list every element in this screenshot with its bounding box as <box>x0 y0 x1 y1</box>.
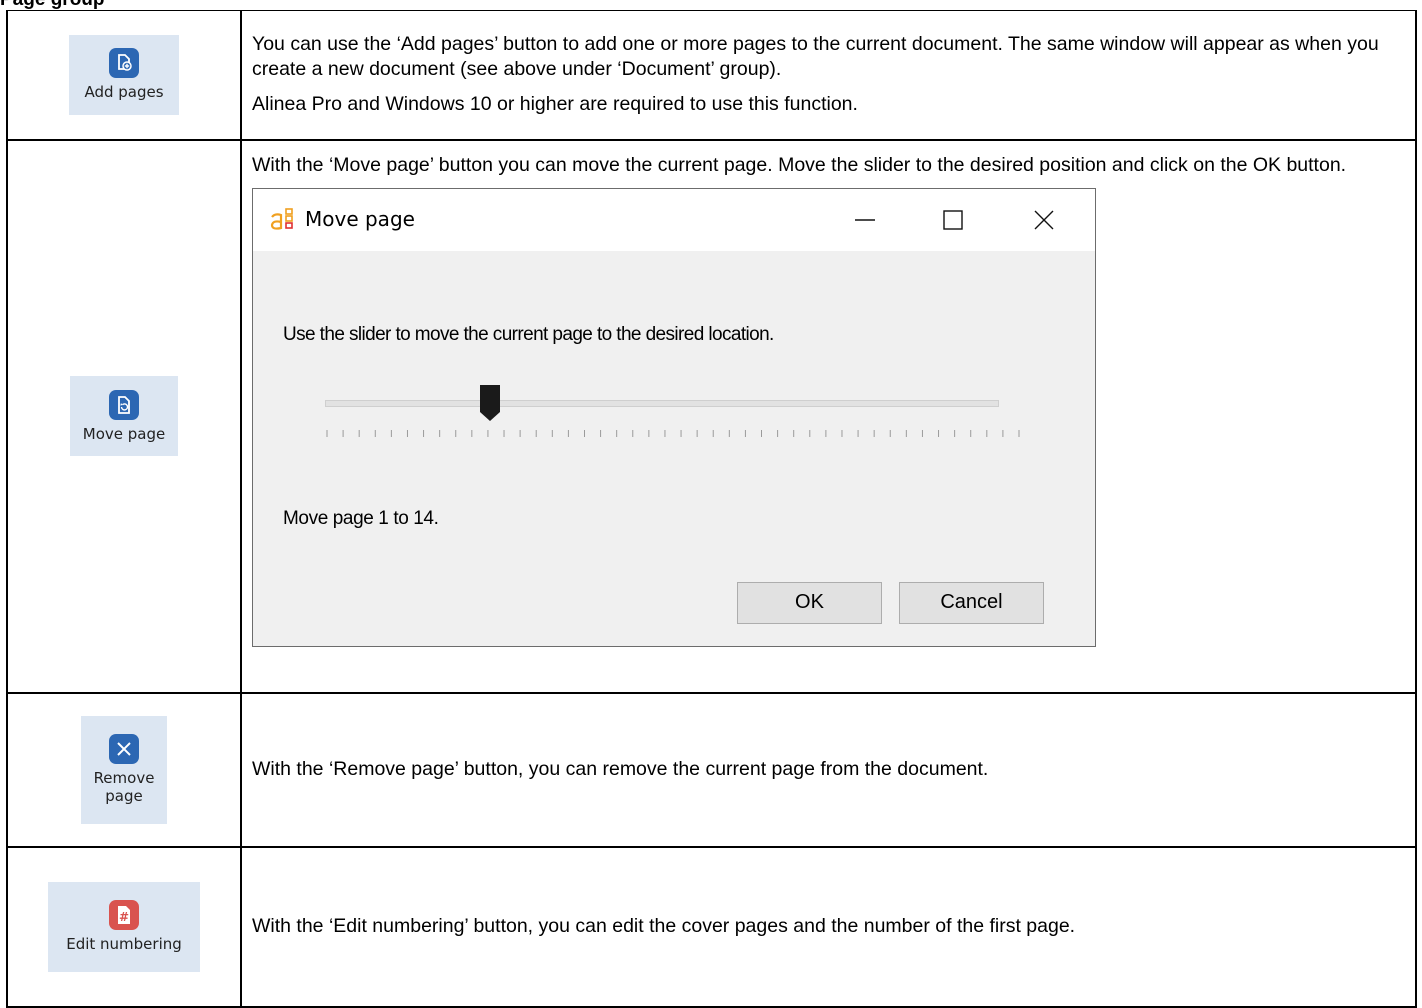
alinea-app-icon <box>270 207 293 230</box>
edit-numbering-button[interactable]: # Edit numbering <box>48 881 200 972</box>
move-page-button[interactable]: Move page <box>70 376 178 456</box>
add-pages-requirement: Alinea Pro and Windows 10 or higher are … <box>252 93 858 116</box>
table-row: # Edit numbering With the ‘Edit numberin… <box>6 845 1417 1008</box>
add-pages-description: You can use the ‘Add pages’ button to ad… <box>252 33 1379 81</box>
remove-page-label-line2: page <box>105 787 143 805</box>
maximize-icon <box>943 209 963 230</box>
move-page-label: Move page <box>82 424 166 443</box>
svg-text:#: # <box>119 910 129 924</box>
table-row: Move page With the ‘Move page’ button yo… <box>6 138 1417 694</box>
icon-cell: Add pages <box>6 10 242 141</box>
text-cell: With the ‘Move page’ button you can move… <box>240 138 1417 694</box>
icon-cell: Move page <box>6 138 242 694</box>
edit-numbering-description: With the ‘Edit numbering’ button, you ca… <box>252 915 1076 937</box>
icon-cell: Remove page <box>6 691 242 848</box>
text-cell: With the ‘Edit numbering’ button, you ca… <box>240 845 1417 1008</box>
move-page-description: With the ‘Move page’ button you can move… <box>252 153 1347 176</box>
table-row: Add pages You can use the ‘Add pages’ bu… <box>6 10 1417 141</box>
remove-page-description: With the ‘Remove page’ button, you can r… <box>252 758 989 780</box>
edit-numbering-icon: # <box>109 900 139 930</box>
add-page-icon <box>109 48 139 79</box>
icon-cell: # Edit numbering <box>6 845 242 1008</box>
close-button[interactable] <box>1014 189 1074 251</box>
slider-track[interactable] <box>325 399 999 407</box>
dialog-status: Move page 1 to 14. <box>283 507 439 529</box>
slider-thumb[interactable] <box>479 384 501 422</box>
remove-page-button[interactable]: Remove page <box>81 715 167 824</box>
dialog-prompt: Use the slider to move the current page … <box>283 323 774 345</box>
add-pages-label: Add pages <box>84 83 164 102</box>
maximize-button[interactable] <box>923 189 983 251</box>
move-page-dialog: Move page Use the slider to move the cur… <box>252 187 1096 647</box>
page-group-table: Add pages You can use the ‘Add pages’ bu… <box>6 10 1417 1008</box>
slider-ticks <box>326 429 1020 437</box>
close-icon <box>1034 210 1054 229</box>
text-cell: With the ‘Remove page’ button, you can r… <box>240 691 1417 848</box>
table-row: Remove page With the ‘Remove page’ butto… <box>6 691 1417 848</box>
add-pages-button[interactable]: Add pages <box>69 34 179 115</box>
ok-button[interactable]: OK <box>737 581 882 624</box>
minimize-icon <box>855 218 875 221</box>
minimize-button[interactable] <box>835 189 895 251</box>
text-cell: You can use the ‘Add pages’ button to ad… <box>240 10 1417 141</box>
dialog-title: Move page <box>305 207 415 231</box>
move-page-icon <box>109 389 139 420</box>
cancel-button[interactable]: Cancel <box>899 581 1044 624</box>
remove-page-label-line1: Remove <box>93 769 155 787</box>
remove-page-icon <box>109 734 139 764</box>
edit-numbering-label: Edit numbering <box>66 935 182 953</box>
